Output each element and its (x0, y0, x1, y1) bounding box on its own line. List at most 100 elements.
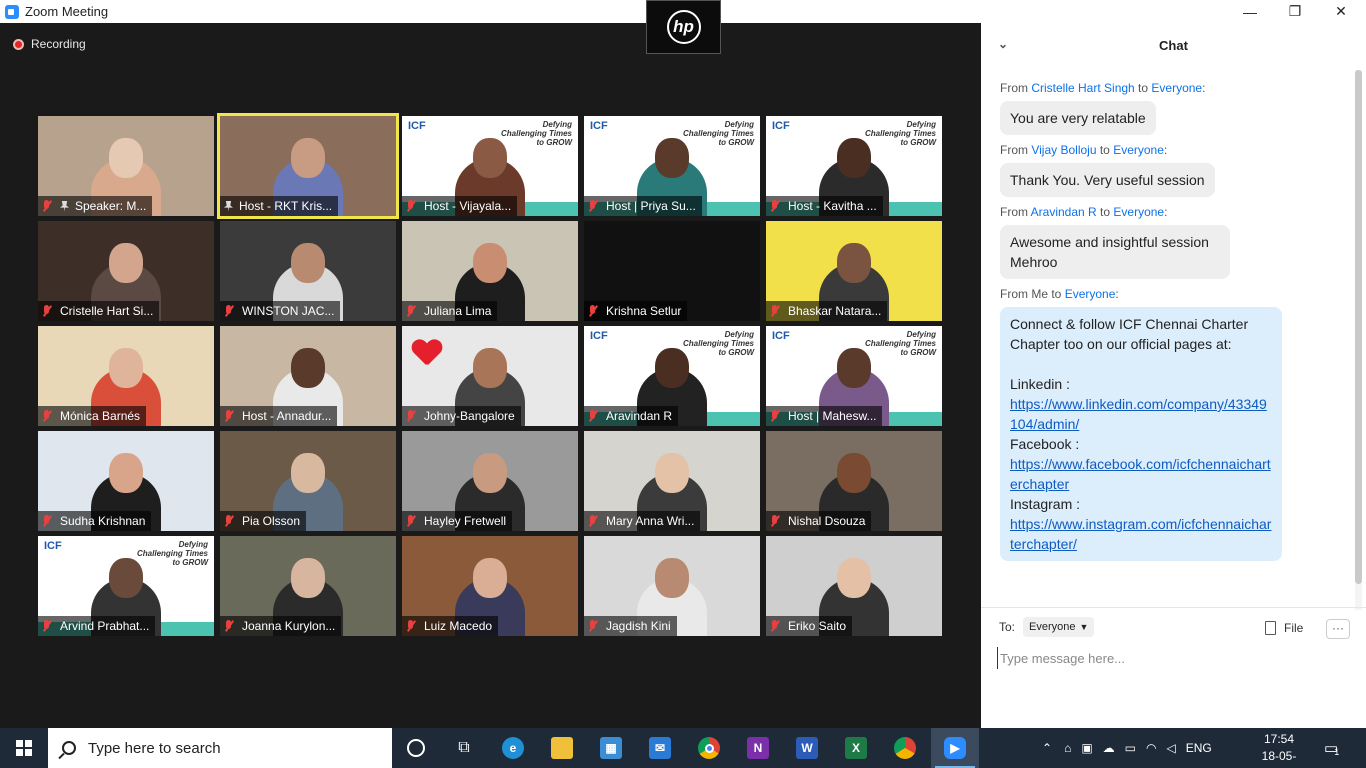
my-message-bubble: Connect & follow ICF Chennai Charter Cha… (1000, 307, 1282, 561)
message-bubble: You are very relatable (1000, 101, 1156, 135)
chevron-down-icon[interactable]: ⌄ (998, 37, 1012, 51)
facebook-link[interactable]: https://www.facebook.com/icfchennaichart… (1010, 456, 1271, 492)
battery-icon[interactable]: ▭ (1125, 741, 1136, 755)
linkedin-link[interactable]: https://www.linkedin.com/company/4334910… (1010, 396, 1267, 432)
mail-icon: ✉ (649, 737, 671, 759)
participant-tile[interactable]: Cristelle Hart Si... (38, 221, 214, 321)
chat-scrollbar[interactable] (1355, 70, 1362, 610)
task-view-button[interactable]: ⧉ (440, 728, 488, 768)
action-center-button[interactable]: ▭ 1 (1324, 728, 1339, 768)
participant-name-label: Juliana Lima (402, 301, 498, 321)
participant-tile[interactable]: ICF Defying Challenging Times to GROW Arav… (584, 326, 760, 426)
taskbar-edge[interactable]: e (489, 728, 537, 768)
participant-tile[interactable]: Krishna Setlur (584, 221, 760, 321)
participant-tile[interactable]: ICF Defying Challenging Times to GROW Host… (766, 116, 942, 216)
start-button[interactable] (0, 728, 48, 768)
muted-mic-icon (770, 620, 780, 632)
sender-name[interactable]: Aravindan R (1031, 205, 1097, 219)
taskbar-word[interactable]: W (783, 728, 831, 768)
taskbar-excel[interactable]: X (832, 728, 880, 768)
close-button[interactable]: ✕ (1318, 0, 1364, 23)
participant-tile[interactable]: Mary Anna Wri... (584, 431, 760, 531)
participant-face (655, 138, 689, 178)
participant-name-label: Johny-Bangalore (402, 406, 521, 426)
participant-tile[interactable]: Host - RKT Kris... (217, 113, 399, 219)
muted-mic-icon (224, 305, 234, 317)
hp-watermark: hp (646, 0, 721, 54)
taskbar-store[interactable]: ▦ (587, 728, 635, 768)
recipient-name[interactable]: Everyone (1113, 205, 1164, 219)
scrollbar-thumb[interactable] (1355, 70, 1362, 584)
recipient-name[interactable]: Everyone (1065, 287, 1116, 301)
recipient-name[interactable]: Everyone (1151, 81, 1202, 95)
minimize-button[interactable]: — (1227, 0, 1273, 23)
participant-tile[interactable]: ICF Defying Challenging Times to GROW Arvi… (38, 536, 214, 636)
participant-tile[interactable]: Hayley Fretwell (402, 431, 578, 531)
to-prefix: to (1096, 205, 1114, 219)
taskbar-search[interactable] (48, 728, 392, 768)
muted-mic-icon (406, 410, 416, 422)
taskbar-clock[interactable]: 17:54 18-05-2021 (1250, 731, 1308, 768)
participant-tile[interactable]: Sudha Krishnan (38, 431, 214, 531)
taskbar-search-input[interactable] (88, 739, 378, 757)
participant-tile[interactable]: Jagdish Kini (584, 536, 760, 636)
taskbar-onenote[interactable]: N (734, 728, 782, 768)
muted-mic-icon (42, 515, 52, 527)
participant-tile[interactable]: Speaker: M... (38, 116, 214, 216)
sender-name[interactable]: Cristelle Hart Singh (1031, 81, 1134, 95)
participant-tile[interactable]: ICF Defying Challenging Times to GROW Host… (584, 116, 760, 216)
participant-tile[interactable]: Luiz Macedo (402, 536, 578, 636)
taskbar-chrome-profile[interactable] (881, 728, 929, 768)
file-button[interactable]: File (1265, 621, 1303, 635)
participant-name: Juliana Lima (424, 304, 492, 318)
participant-name-label: Host | Mahesw... (766, 406, 883, 426)
volume-icon[interactable]: ◁ (1166, 741, 1175, 755)
participant-tile[interactable]: Johny-Bangalore (402, 326, 578, 426)
recipient-dropdown[interactable]: Everyone ▼ (1023, 617, 1095, 637)
wifi-icon[interactable]: ◠ (1146, 741, 1156, 755)
participant-face (837, 243, 871, 283)
participant-tile[interactable]: Bhaskar Natara... (766, 221, 942, 321)
participant-tile[interactable]: Nishal Dsouza (766, 431, 942, 531)
chat-panel: ⌄ Chat From Cristelle Hart Singh to Ever… (981, 23, 1366, 728)
usb-icon[interactable]: ⌂ (1064, 741, 1071, 755)
muted-mic-icon (42, 305, 52, 317)
taskbar-file-explorer[interactable] (538, 728, 586, 768)
participant-name: Hayley Fretwell (424, 514, 507, 528)
muted-mic-icon (588, 620, 598, 632)
participant-name: Host - RKT Kris... (239, 199, 333, 213)
participant-tile[interactable]: WINSTON JAC... (220, 221, 396, 321)
my-chat-message: From Me to Everyone: Connect & follow IC… (981, 287, 1366, 561)
instagram-link[interactable]: https://www.instagram.com/icfchennaichar… (1010, 516, 1271, 552)
chat-message-input[interactable] (997, 647, 1347, 669)
language-indicator[interactable]: ENG (1186, 741, 1212, 755)
participant-name: Host - Vijayala... (424, 199, 512, 213)
security-icon[interactable]: ▣ (1081, 741, 1092, 755)
participant-face (655, 348, 689, 388)
participant-name-label: Hayley Fretwell (402, 511, 513, 531)
restore-button[interactable]: ❐ (1272, 0, 1318, 23)
video-gallery: Recording hp Speaker: M... Host - RKT Kri… (0, 0, 981, 728)
sender-name[interactable]: Vijay Bolloju (1031, 143, 1096, 157)
participant-tile[interactable]: Pia Olsson (220, 431, 396, 531)
participant-tile[interactable]: ICF Defying Challenging Times to GROW Host… (766, 326, 942, 426)
taskbar-zoom[interactable]: ▶ (931, 728, 979, 768)
participant-tile[interactable]: Eriko Saito (766, 536, 942, 636)
more-options-button[interactable]: ··· (1326, 619, 1350, 639)
participant-name: Host - Annadur... (242, 409, 332, 423)
chevron-up-icon[interactable]: ⌃ (1042, 741, 1052, 755)
participant-tile[interactable]: Mónica Barnés (38, 326, 214, 426)
recipient-name[interactable]: Everyone (1113, 143, 1164, 157)
muted-mic-icon (770, 410, 780, 422)
participant-tile[interactable]: Joanna Kurylon... (220, 536, 396, 636)
recording-indicator[interactable]: Recording (13, 37, 86, 51)
chat-messages[interactable]: From Cristelle Hart Singh to Everyone: Y… (981, 73, 1366, 605)
participant-tile[interactable]: Host - Annadur... (220, 326, 396, 426)
taskbar-chrome[interactable] (685, 728, 733, 768)
onedrive-icon[interactable]: ☁ (1103, 741, 1115, 755)
participant-tile[interactable]: ICF Defying Challenging Times to GROW Host… (402, 116, 578, 216)
taskbar-mail[interactable]: ✉ (636, 728, 684, 768)
cortana-button[interactable] (392, 728, 440, 768)
participant-tile[interactable]: Juliana Lima (402, 221, 578, 321)
recording-label: Recording (31, 37, 86, 51)
